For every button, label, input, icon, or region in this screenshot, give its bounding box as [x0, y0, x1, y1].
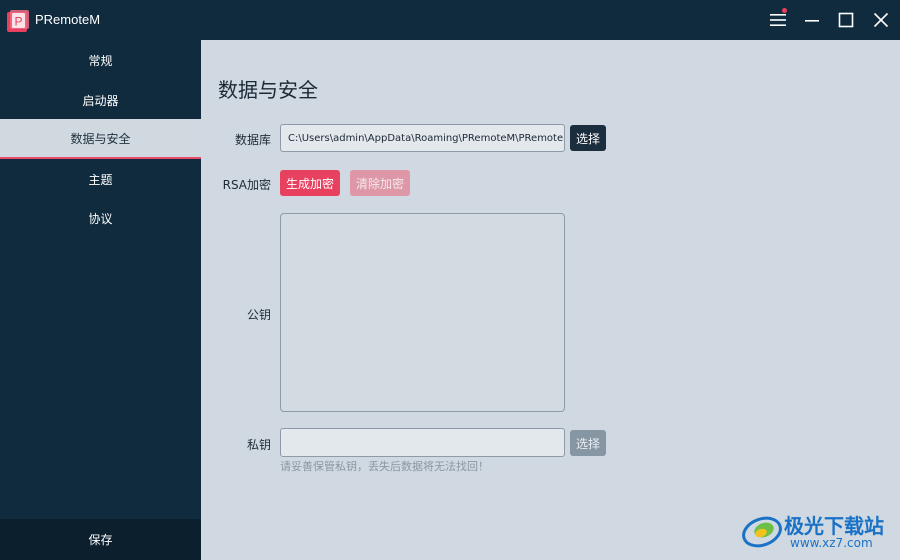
- minimize-icon: [805, 20, 819, 22]
- private-key-label: 私钥: [246, 438, 271, 452]
- settings-panel: 数据与安全 数据库 C:\Users\admin\AppData\Roaming…: [201, 40, 900, 560]
- notification-dot: [782, 8, 787, 13]
- public-key-label: 公钥: [246, 308, 271, 322]
- watermark-logo-icon: [742, 516, 782, 548]
- page-title: 数据与安全: [218, 78, 318, 102]
- minimize-button[interactable]: [798, 6, 826, 34]
- sidebar-item-data-security[interactable]: 数据与安全: [0, 119, 201, 159]
- database-label: 数据库: [234, 133, 271, 147]
- watermark-url: www.xz7.com: [790, 536, 873, 550]
- sidebar-item-protocol[interactable]: 协议: [0, 198, 201, 238]
- maximize-button[interactable]: [832, 6, 860, 34]
- generate-encryption-button[interactable]: 生成加密: [280, 170, 340, 196]
- private-key-hint: 请妥善保管私钥，丢失后数据将无法找回！: [280, 460, 489, 473]
- save-button[interactable]: 保存: [0, 519, 201, 560]
- title-bar: P PRemoteM: [0, 0, 900, 40]
- close-icon: [873, 12, 889, 28]
- app-logo-letter: P: [14, 15, 22, 29]
- sidebar-item-launcher[interactable]: 启动器: [0, 80, 201, 120]
- sidebar: 常规 启动器 数据与安全 主题 协议 保存: [0, 40, 201, 560]
- rsa-label: RSA加密: [222, 178, 271, 192]
- sidebar-item-theme[interactable]: 主题: [0, 159, 201, 199]
- hamburger-menu-icon: [770, 14, 786, 26]
- menu-button[interactable]: [764, 6, 792, 34]
- database-choose-button[interactable]: 选择: [570, 125, 606, 151]
- database-path-field[interactable]: C:\Users\admin\AppData\Roaming\PRemoteM\…: [280, 124, 565, 152]
- watermark-brand: 极光下载站: [784, 514, 884, 538]
- maximize-icon: [838, 12, 854, 28]
- sidebar-item-general[interactable]: 常规: [0, 40, 201, 80]
- close-button[interactable]: [867, 6, 895, 34]
- clear-encryption-button[interactable]: 清除加密: [350, 170, 410, 196]
- watermark: 极光下载站 www.xz7.com: [740, 504, 892, 556]
- private-key-field[interactable]: [280, 428, 565, 457]
- public-key-textarea[interactable]: [280, 213, 565, 412]
- private-key-choose-button[interactable]: 选择: [570, 430, 606, 456]
- app-title: PRemoteM: [35, 12, 101, 27]
- app-logo-icon: P: [7, 10, 29, 32]
